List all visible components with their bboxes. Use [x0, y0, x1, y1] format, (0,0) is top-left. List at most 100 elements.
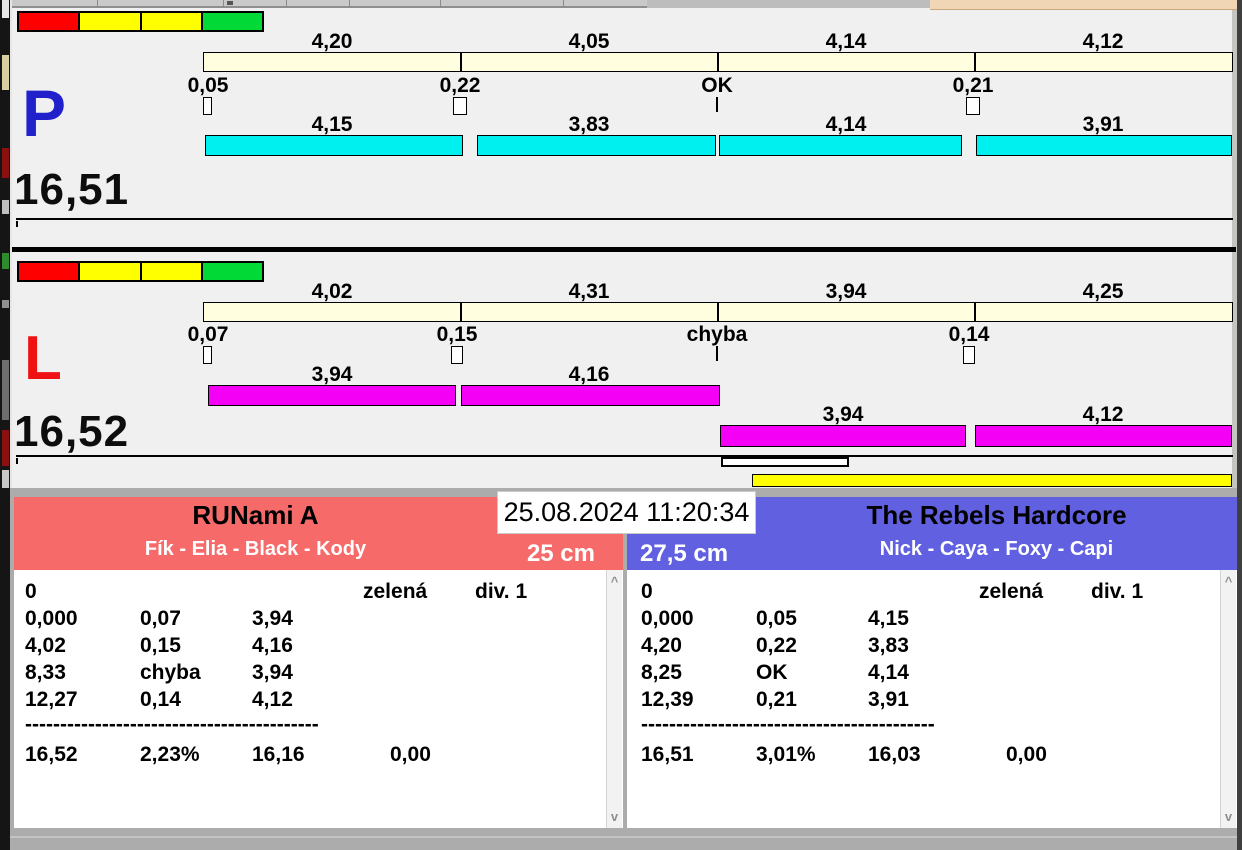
run-cell: 0,000: [641, 607, 694, 630]
lane-l-leg-value: 4,25: [1082, 280, 1124, 303]
header-strip-divider: [349, 0, 350, 8]
run-cell: 4,15: [868, 607, 909, 630]
lane-l-dog-bar: [208, 385, 456, 406]
bottom-ridge: [10, 836, 1237, 838]
lane-p-letter: P: [22, 76, 67, 150]
lane-l-cross-value: chyba: [686, 323, 748, 346]
lane-p-dog-bar: [205, 135, 463, 156]
header-strip-divider: [563, 0, 564, 8]
header-strip-divider: [286, 0, 287, 8]
light-yellow1-segment: [78, 13, 140, 30]
lane-l-dog-value: 3,94: [311, 363, 353, 386]
total-cell: 3,01%: [756, 743, 816, 766]
cross-tick-box: [966, 97, 980, 115]
window-right-edge: [1237, 0, 1242, 850]
lane-p-dog-value: 4,14: [825, 113, 867, 136]
left-team-results-list[interactable]: [14, 570, 623, 828]
total-cell: 16,51: [641, 743, 694, 766]
run-cell: 3,94: [252, 661, 293, 684]
run-cell: 4,12: [252, 688, 293, 711]
lane-p-total-time: 16,51: [14, 165, 130, 214]
run-cell: 0,22: [756, 634, 797, 657]
total-cell: 16,52: [25, 743, 78, 766]
run-cell: 3,94: [252, 607, 293, 630]
run-cell: 0,07: [140, 607, 181, 630]
scroll-down-icon[interactable]: v: [1221, 810, 1236, 823]
right-status-light: zelená: [979, 580, 1044, 603]
left-list-scrollbar[interactable]: ^ v: [606, 570, 622, 828]
right-list-scrollbar[interactable]: ^ v: [1220, 570, 1236, 828]
left-team-dogs: Fík - Elia - Black - Kody: [144, 538, 367, 560]
left-status-division: div. 1: [475, 580, 528, 603]
total-cell: 2,23%: [140, 743, 200, 766]
lane-p-leg-value: 4,20: [311, 30, 353, 53]
light-red-segment: [19, 13, 79, 30]
lane-p-dog-bar: [976, 135, 1232, 156]
right-team-name: The Rebels Hardcore: [866, 500, 1127, 530]
left-team-jump-height: 25 cm: [526, 540, 595, 567]
baseline-tick: [16, 221, 18, 227]
run-cell: 0,21: [756, 688, 797, 711]
total-cell: 0,00: [390, 743, 431, 766]
lane-l-leg-value: 4,31: [568, 280, 610, 303]
leg-bar-divider: [460, 303, 462, 321]
separator-dashes: ----------------------------------------…: [25, 713, 319, 736]
lane-l-dog-value: 4,12: [1082, 403, 1124, 426]
sliver-fleck: [2, 0, 9, 18]
run-cell: 12,27: [25, 688, 78, 711]
run-cell: 0,14: [140, 688, 181, 711]
white-progress-bar: [721, 457, 849, 467]
lane-p-dog-value: 4,15: [311, 113, 353, 136]
left-status-num: 0: [25, 580, 37, 603]
run-cell: 4,14: [868, 661, 909, 684]
right-team-results-list[interactable]: [627, 570, 1237, 828]
sliver-fleck: [2, 360, 9, 420]
lane-l-dog-bar: [975, 425, 1232, 447]
leg-bar-divider: [717, 53, 719, 71]
lane-p-dog-value: 3,91: [1082, 113, 1124, 136]
lane-p-baseline: [16, 218, 1233, 220]
baseline-tick: [16, 458, 18, 464]
lane-p-dog-value: 3,83: [568, 113, 610, 136]
lane-divider: [12, 247, 1236, 252]
traffic-light-lane-p: [17, 11, 264, 32]
separator-dashes: ----------------------------------------…: [641, 713, 935, 736]
datetime-display: 25.08.2024 11:20:34: [497, 491, 756, 534]
scroll-up-icon[interactable]: ^: [607, 575, 622, 588]
leg-bar-divider: [974, 303, 976, 321]
right-status-num: 0: [641, 580, 653, 603]
lane-l-letter: L: [24, 324, 62, 393]
total-cell: 16,03: [868, 743, 921, 766]
left-team-name: RUNami A: [192, 500, 319, 530]
scroll-down-icon[interactable]: v: [607, 810, 622, 823]
cross-tick-line: [716, 346, 718, 361]
right-team-jump-height: 27,5 cm: [640, 540, 729, 567]
lane-p-cross-value: 0,22: [439, 74, 481, 97]
leg-bar-divider: [460, 53, 462, 71]
total-cell: 0,00: [1006, 743, 1047, 766]
run-cell: 4,02: [25, 634, 66, 657]
run-cell: 0,000: [25, 607, 78, 630]
light-green-segment: [200, 263, 262, 280]
light-yellow1-segment: [78, 263, 140, 280]
leg-bar-divider: [717, 303, 719, 321]
sliver-fleck: [2, 148, 9, 178]
yellow-ready-bar: [752, 474, 1232, 487]
run-cell: 12,39: [641, 688, 694, 711]
cross-tick-box: [451, 346, 463, 364]
cross-tick-box: [203, 346, 212, 364]
scroll-up-icon[interactable]: ^: [1221, 575, 1236, 588]
right-status-division: div. 1: [1091, 580, 1144, 603]
lane-l-leg-value: 3,94: [825, 280, 867, 303]
lane-l-cross-value: 0,15: [436, 323, 478, 346]
run-cell: 0,05: [756, 607, 797, 630]
sliver-fleck: [2, 300, 9, 308]
sliver-fleck: [2, 200, 9, 214]
sliver-fleck: [2, 253, 9, 269]
right-team-dogs: Nick - Caya - Foxy - Capi: [879, 538, 1114, 560]
left-status-light: zelená: [363, 580, 428, 603]
clipped-header-strip: [12, 0, 930, 8]
run-cell: 4,20: [641, 634, 682, 657]
lane-l-dog-bar: [720, 425, 966, 447]
lane-l-cross-value: 0,14: [948, 323, 990, 346]
